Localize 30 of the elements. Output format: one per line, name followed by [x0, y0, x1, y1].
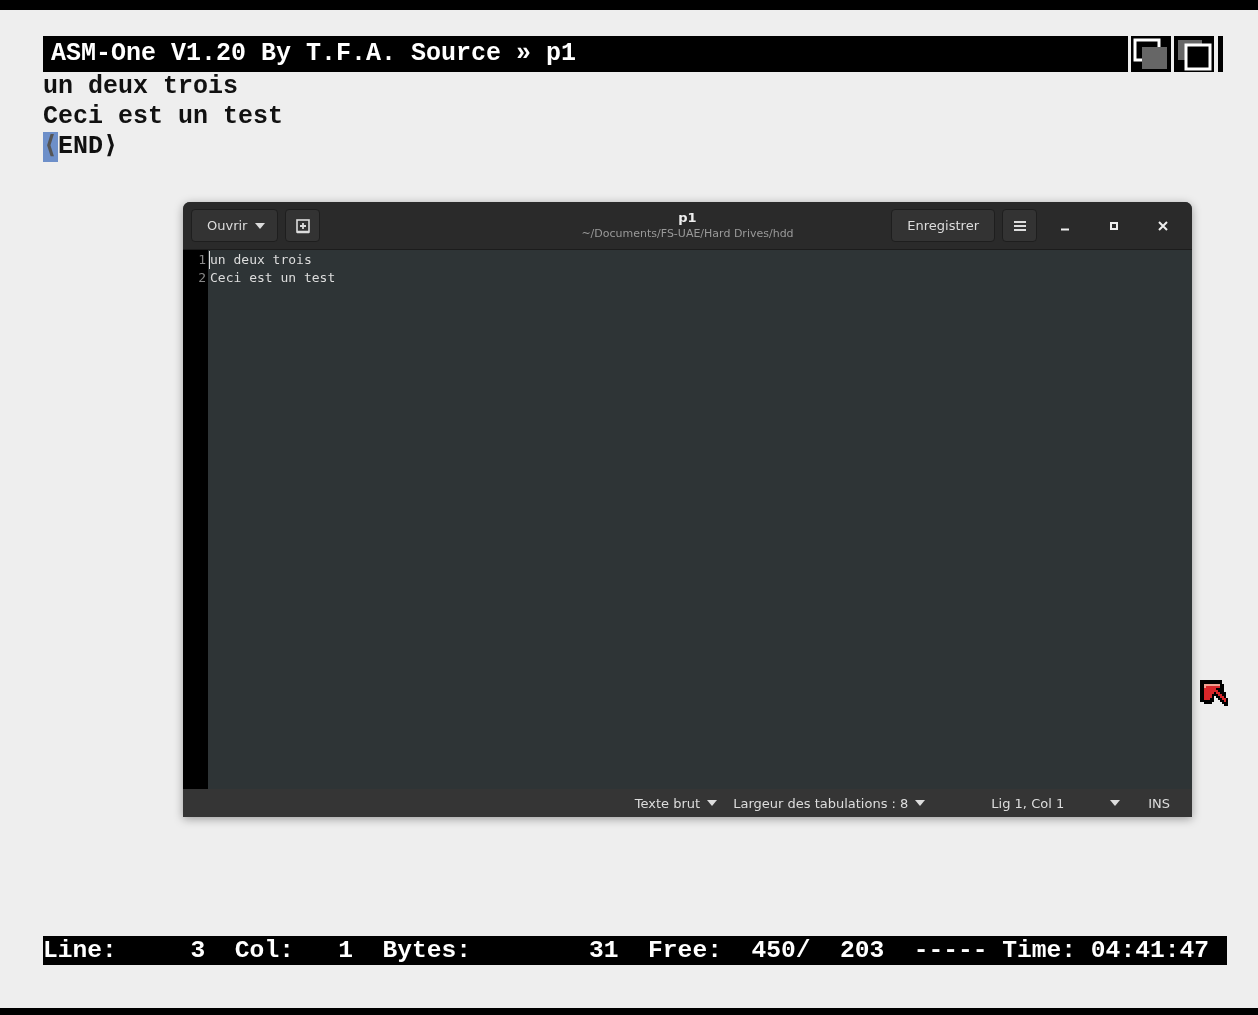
- line-number: 1: [197, 251, 207, 269]
- caret-icon: [255, 222, 266, 229]
- language-menu[interactable]: Texte brut: [626, 795, 726, 811]
- cursor-position-menu[interactable]: Lig 1, Col 1: [983, 795, 1129, 811]
- tab-width-menu[interactable]: Largeur des tabulations : 8: [725, 795, 934, 811]
- maximize-icon[interactable]: [1109, 220, 1119, 231]
- line-number: 2: [197, 269, 207, 287]
- new-document-button[interactable]: [285, 209, 321, 242]
- end-marker: END⟩: [58, 132, 119, 162]
- depth-back-icon[interactable]: [1131, 36, 1171, 72]
- save-button[interactable]: Enregistrer: [891, 209, 995, 242]
- source-line: un deux trois: [43, 72, 240, 102]
- pointer-icon: [1200, 680, 1228, 708]
- insert-mode: INS: [1148, 795, 1170, 811]
- screen-title: ASM-One V1.20 By T.F.A. Source » p1: [43, 36, 1128, 72]
- close-icon[interactable]: [1158, 220, 1168, 231]
- caret-icon: [707, 800, 718, 806]
- code-line: un deux trois: [209, 251, 336, 269]
- source-line: Ceci est un test: [43, 102, 285, 132]
- menu-button[interactable]: [1002, 209, 1037, 242]
- window-title: p1: [678, 210, 697, 226]
- open-button[interactable]: Ouvrir: [191, 209, 279, 242]
- text-cursor: ⟨: [43, 132, 59, 162]
- code-line: Ceci est un test: [210, 269, 336, 287]
- depth-front-icon[interactable]: [1174, 36, 1214, 72]
- caret-icon: [915, 800, 926, 806]
- new-tab-icon: [294, 217, 311, 234]
- menu-icon: [1013, 219, 1026, 232]
- caret-icon: [1110, 800, 1121, 806]
- file-path: ~/Documents/FS-UAE/Hard Drives/hdd: [581, 226, 794, 242]
